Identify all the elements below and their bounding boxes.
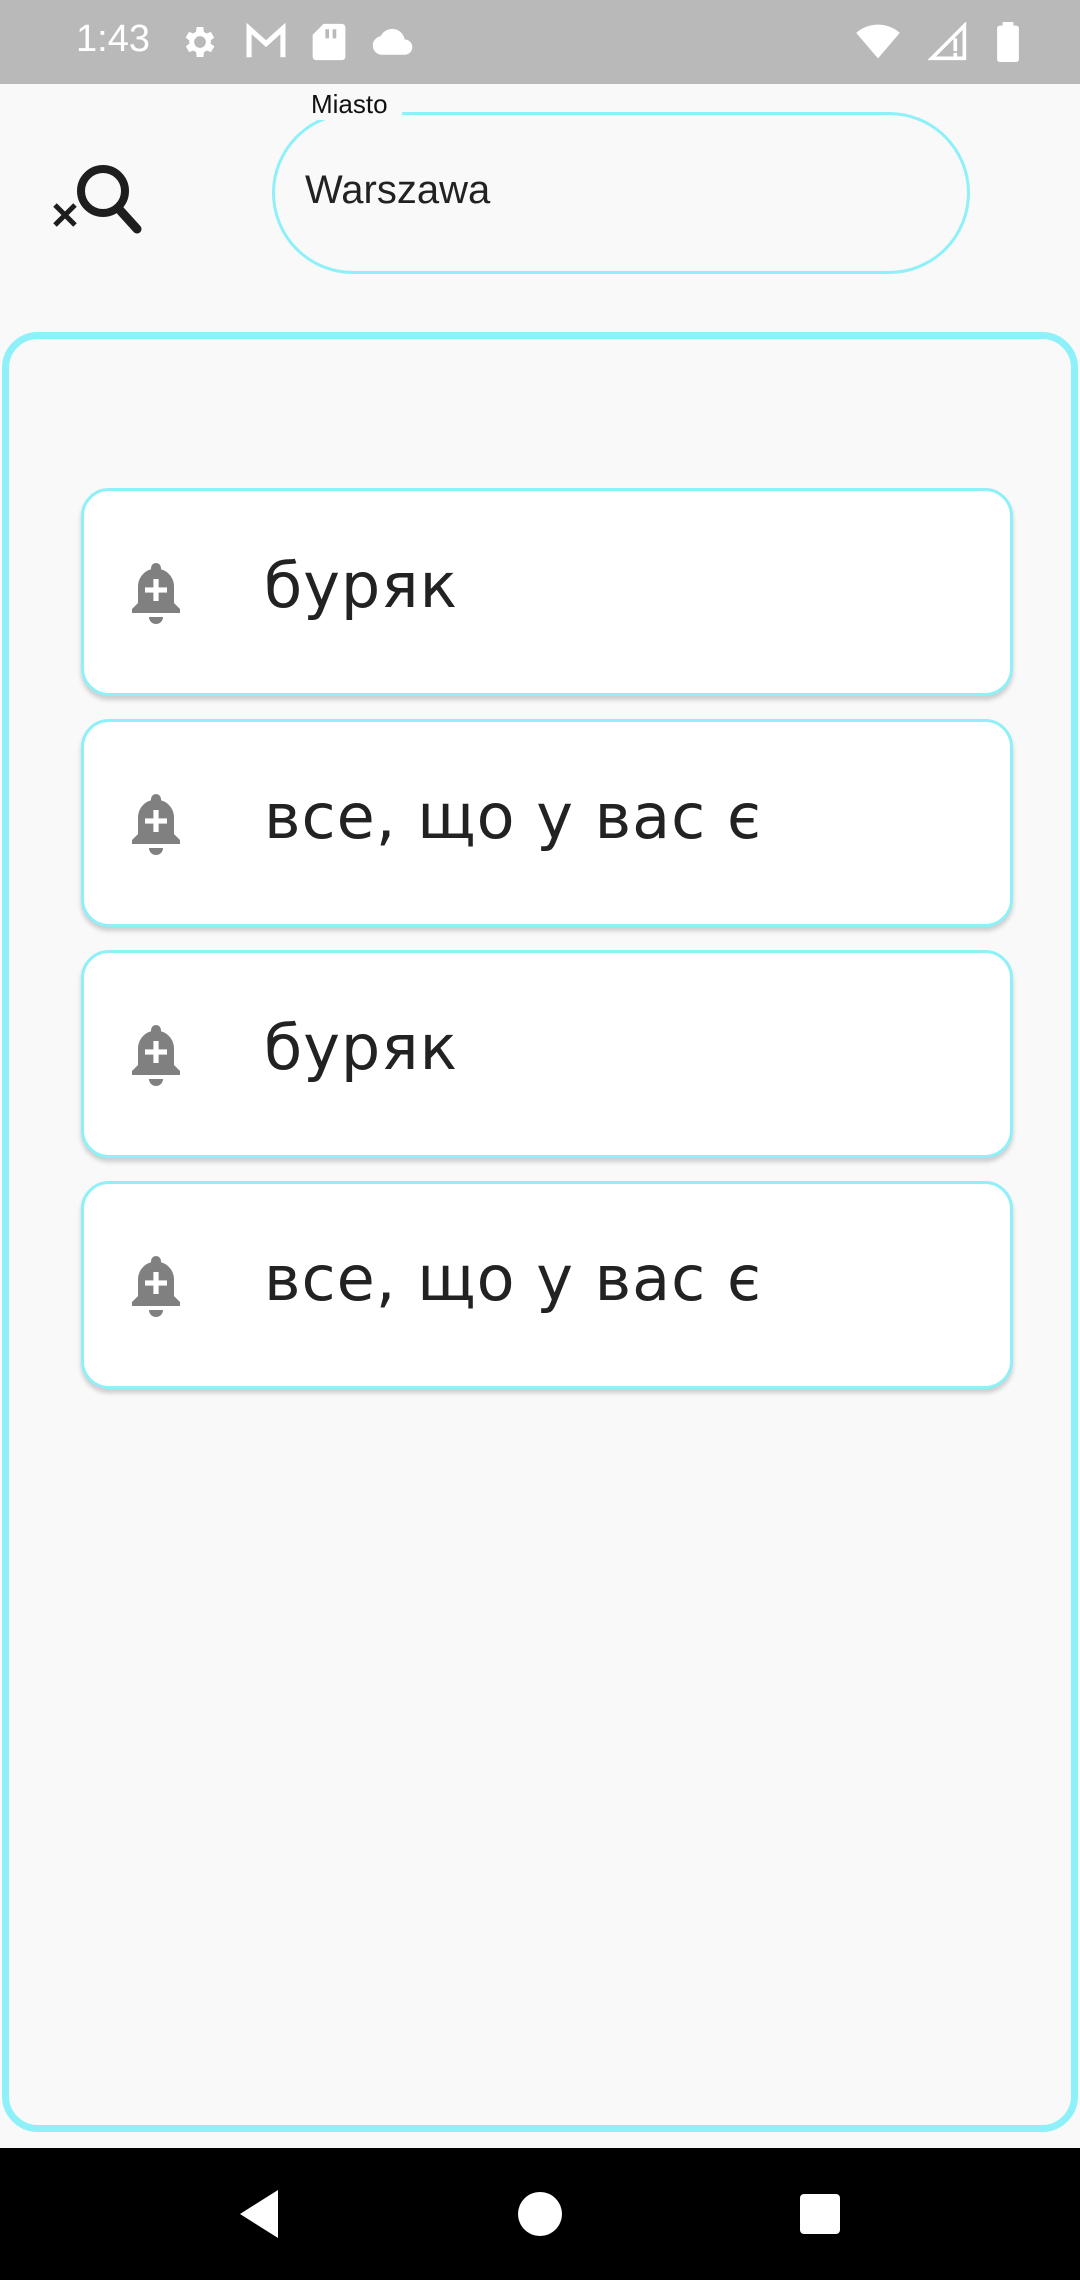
- back-icon[interactable]: [230, 2184, 290, 2244]
- city-field-label: Miasto: [297, 89, 402, 120]
- add-alert-icon[interactable]: [116, 553, 196, 633]
- list-item[interactable]: буряк: [81, 950, 1013, 1158]
- products-list-panel[interactable]: буряк все, що у вас є буряк все, що у ва…: [2, 332, 1078, 2132]
- list-item-label: буряк: [264, 1011, 459, 1084]
- signal-icon: [928, 22, 968, 62]
- city-input[interactable]: [305, 155, 925, 225]
- list-item-label: все, що у вас є: [264, 780, 762, 853]
- clear-search-icon: [45, 153, 145, 258]
- clear-search-button[interactable]: [40, 150, 150, 260]
- list-item-label: все, що у вас є: [264, 1242, 762, 1315]
- home-icon[interactable]: [510, 2184, 570, 2244]
- list-item[interactable]: все, що у вас є: [81, 1181, 1013, 1389]
- cloud-icon: [370, 22, 414, 62]
- navigation-bar: [0, 2148, 1080, 2280]
- gmail-icon: [244, 22, 288, 62]
- recents-icon[interactable]: [790, 2184, 850, 2244]
- add-alert-icon[interactable]: [116, 1015, 196, 1095]
- list-item[interactable]: буряк: [81, 488, 1013, 696]
- list-item[interactable]: все, що у вас є: [81, 719, 1013, 927]
- status-time: 1:43: [76, 18, 150, 60]
- city-field[interactable]: Miasto: [272, 89, 970, 274]
- add-alert-icon[interactable]: [116, 1246, 196, 1326]
- status-bar: 1:43: [0, 0, 1080, 84]
- battery-icon: [996, 22, 1020, 62]
- settings-icon: [180, 22, 220, 62]
- list-item-label: буряк: [264, 549, 459, 622]
- add-alert-icon[interactable]: [116, 784, 196, 864]
- sd-card-icon: [312, 22, 346, 62]
- wifi-icon: [856, 22, 900, 62]
